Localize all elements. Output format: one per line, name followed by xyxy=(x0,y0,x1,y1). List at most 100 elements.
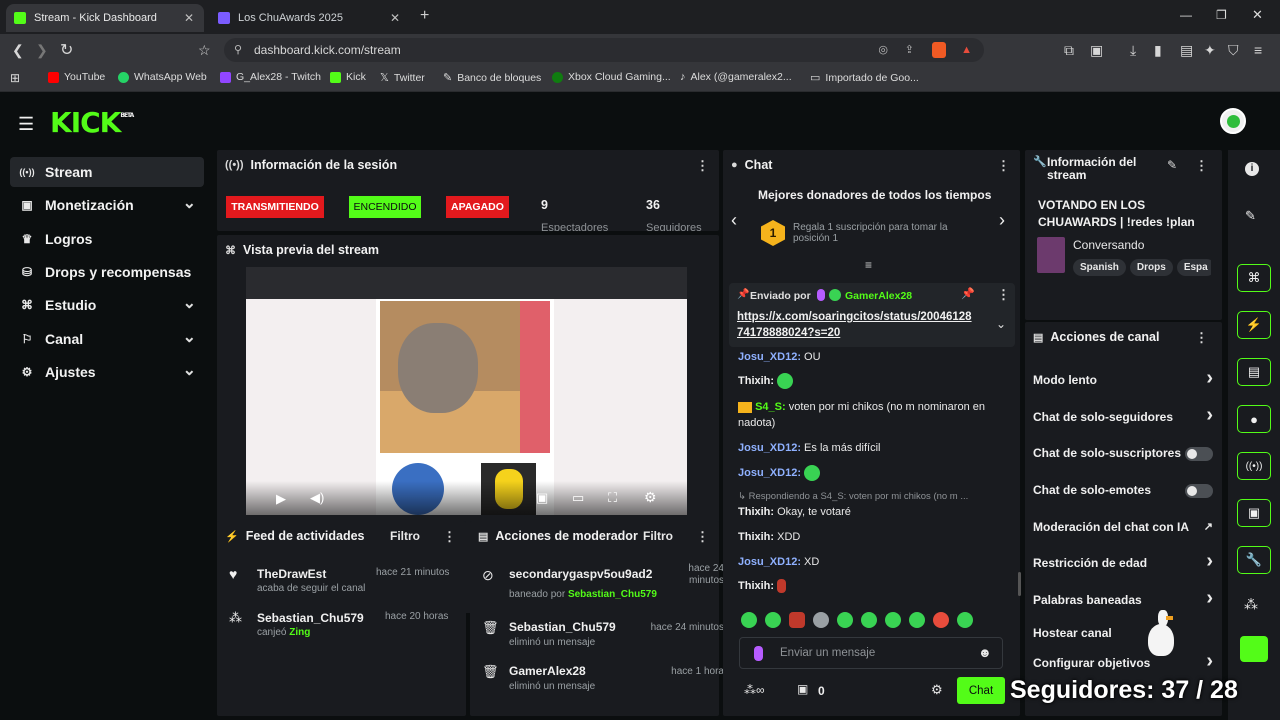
more-options-icon[interactable]: ⋮ xyxy=(696,529,709,545)
sidebar-item[interactable]: ♛ Logros xyxy=(10,224,204,254)
chevron-down-icon[interactable]: ⌄ xyxy=(183,360,196,380)
filter-button[interactable]: Filtro xyxy=(643,529,673,543)
reply-context[interactable]: ↳ Respondiendo a S4_S: voten por mi chik… xyxy=(738,489,1008,505)
window-close-icon[interactable]: ✕ xyxy=(1252,7,1263,23)
expand-chevron-icon[interactable]: ⌄ xyxy=(996,317,1006,331)
chevron-right-icon[interactable]: › xyxy=(1206,650,1213,673)
maximize-icon[interactable]: ❐ xyxy=(1216,8,1227,22)
reader-icon[interactable]: ▣ xyxy=(1090,42,1103,59)
sidebar-item[interactable]: ⚐ Canal ⌄ xyxy=(10,324,204,354)
bookmark-folder[interactable]: ▭ Importado de Goo... xyxy=(810,71,919,85)
more-options-icon[interactable]: ⋮ xyxy=(1195,158,1208,174)
chat-username[interactable]: S4_S: xyxy=(755,401,786,413)
new-tab-icon[interactable]: + xyxy=(420,7,429,25)
volume-icon[interactable]: ◀) xyxy=(310,490,324,506)
video-player[interactable]: ▶ ◀) ▣ ▭ ⛶ ⚙ xyxy=(246,267,687,515)
rail-actions-button[interactable]: ▣ xyxy=(1237,499,1271,527)
fullscreen-icon[interactable]: ⛶ xyxy=(608,490,617,506)
sidebar-toggle-icon[interactable]: ▮ xyxy=(1154,42,1162,59)
close-tab-icon[interactable]: ✕ xyxy=(390,11,400,25)
mod-target[interactable]: Sebastian_Chu579 xyxy=(509,620,629,634)
chevron-right-icon[interactable]: › xyxy=(1206,550,1213,573)
leo-icon[interactable]: ✦ xyxy=(1204,42,1216,59)
toggle-switch[interactable] xyxy=(1185,447,1213,461)
download-icon[interactable]: ⤓ xyxy=(1130,42,1136,59)
chevron-down-icon[interactable]: ⌄ xyxy=(183,193,196,213)
emoji-picker-icon[interactable]: ☻ xyxy=(978,645,992,660)
tag-pill[interactable]: Drops xyxy=(1129,259,1173,276)
site-info-icon[interactable]: ⚲ xyxy=(234,38,242,62)
tracking-icon[interactable]: ◎ xyxy=(878,38,888,62)
gift-icon[interactable]: ▣ xyxy=(797,682,808,696)
bookmark-youtube[interactable]: YouTube xyxy=(48,71,105,83)
more-options-icon[interactable]: ⋮ xyxy=(443,529,456,545)
wallet-icon[interactable]: ▤ xyxy=(1180,42,1193,59)
extensions-icon[interactable]: ⧉ xyxy=(1064,42,1074,59)
more-options-icon[interactable]: ⋮ xyxy=(696,158,709,174)
forward-icon[interactable]: ❯ xyxy=(36,42,48,59)
sidebar-item[interactable]: ⛁ Drops y recompensas xyxy=(10,257,204,287)
user-avatar[interactable] xyxy=(1220,108,1246,134)
bookmark-icon[interactable]: ☆ xyxy=(198,42,211,59)
category-name[interactable]: Conversando xyxy=(1073,238,1144,252)
edit-icon[interactable]: ✎ xyxy=(1245,208,1256,224)
more-options-icon[interactable]: ⋮ xyxy=(997,158,1010,174)
share-icon[interactable]: ⇪ xyxy=(905,38,914,62)
chevron-right-icon[interactable]: › xyxy=(1206,367,1213,390)
kick-logo[interactable]: KICKBETA xyxy=(50,106,134,139)
chat-username[interactable]: Josu_XD12: xyxy=(738,442,801,454)
emote-icon[interactable] xyxy=(765,612,781,628)
emote-icon[interactable] xyxy=(813,612,829,628)
address-bar[interactable]: ⚲ dashboard.kick.com/stream ◎ ⇪ ▲ xyxy=(224,38,984,62)
bookmark-whatsapp[interactable]: WhatsApp Web xyxy=(118,71,207,83)
more-options-icon[interactable]: ⋮ xyxy=(997,287,1010,303)
chat-username[interactable]: Thixih: xyxy=(738,580,774,592)
channel-action-row[interactable]: Restricción de edad › xyxy=(1033,550,1213,572)
channel-action-row[interactable]: Moderación del chat con IA ↗ xyxy=(1033,520,1213,534)
brave-shield-icon[interactable] xyxy=(932,42,946,58)
rail-streaminfo-button[interactable]: 🔧 xyxy=(1237,546,1271,574)
feed-username[interactable]: Sebastian_Chu579 xyxy=(257,611,364,625)
chevron-right-icon[interactable]: › xyxy=(1206,404,1213,427)
back-icon[interactable]: ❮ xyxy=(12,42,24,59)
feed-username[interactable]: TheDrawEst xyxy=(257,567,326,581)
channel-action-row[interactable]: Chat de solo-emotes xyxy=(1033,483,1213,498)
vpn-icon[interactable]: ⛉ xyxy=(1228,42,1239,59)
chat-username[interactable]: Thixih: xyxy=(738,375,774,387)
menu-icon[interactable]: ≡ xyxy=(1254,42,1262,58)
hamburger-menu-icon[interactable]: ☰ xyxy=(18,114,34,135)
emote-icon[interactable] xyxy=(789,612,805,628)
pip-icon[interactable]: ▣ xyxy=(536,490,548,506)
settings-gear-icon[interactable]: ⚙ xyxy=(644,489,657,506)
external-link-icon[interactable]: ↗ xyxy=(1204,520,1213,533)
minimize-icon[interactable]: — xyxy=(1180,8,1192,22)
rail-preview-button[interactable]: ⌘ xyxy=(1237,264,1271,292)
bookmark-xbox[interactable]: Xbox Cloud Gaming... xyxy=(552,71,671,83)
chevron-right-icon[interactable]: › xyxy=(1206,587,1213,610)
pinned-username[interactable]: GamerAlex28 xyxy=(845,290,912,302)
prev-arrow-icon[interactable]: ‹ xyxy=(731,210,737,231)
emote-icon[interactable] xyxy=(885,612,901,628)
emote-icon[interactable] xyxy=(741,612,757,628)
chat-username[interactable]: Thixih: xyxy=(738,506,774,518)
chat-scrollbar[interactable] xyxy=(1018,572,1021,596)
edit-pencil-icon[interactable]: ✎ xyxy=(1167,158,1177,172)
emote-icon[interactable] xyxy=(861,612,877,628)
bookmark-tiktok[interactable]: ♪ Alex (@gameralex2... xyxy=(680,71,792,83)
chevron-down-icon[interactable]: ⌄ xyxy=(183,293,196,313)
close-tab-icon[interactable]: ✕ xyxy=(184,11,194,25)
chat-username[interactable]: Josu_XD12: xyxy=(738,467,801,479)
next-arrow-icon[interactable]: › xyxy=(999,210,1005,231)
category-thumbnail[interactable] xyxy=(1037,237,1065,273)
chat-input[interactable]: Enviar un mensaje ☻ xyxy=(739,637,1003,669)
collapse-icon[interactable]: ≡ xyxy=(865,258,872,272)
emote-icon[interactable] xyxy=(957,612,973,628)
brave-rewards-icon[interactable]: ▲ xyxy=(961,38,972,62)
rail-activity-button[interactable]: ⚡ xyxy=(1237,311,1271,339)
tag-pill[interactable]: Spanish xyxy=(1073,259,1126,276)
sidebar-item[interactable]: ⚙ Ajustes ⌄ xyxy=(10,357,204,387)
emote-icon[interactable] xyxy=(933,612,949,628)
sidebar-item[interactable]: ▣ Monetización ⌄ xyxy=(10,190,204,220)
emote-icon[interactable] xyxy=(837,612,853,628)
bookmark-twitch[interactable]: G_Alex28 - Twitch xyxy=(220,71,321,83)
